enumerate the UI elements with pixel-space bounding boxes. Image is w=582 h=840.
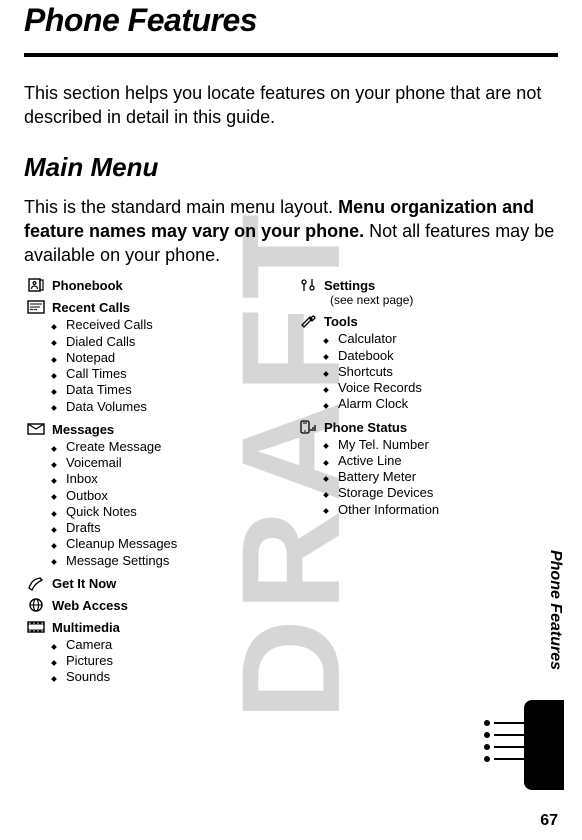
intro-paragraph: This section helps you locate features o… xyxy=(24,81,558,130)
list-item: Shortcuts xyxy=(324,364,558,380)
side-tab-marker xyxy=(524,700,564,790)
main-menu-heading: Main Menu xyxy=(24,152,558,183)
section-label: Tools xyxy=(324,313,358,329)
side-tab: Phone Features xyxy=(520,570,564,790)
list-item: Sounds xyxy=(52,669,286,685)
messages-icon xyxy=(26,421,46,437)
section-label: Recent Calls xyxy=(52,299,130,315)
section-label: Phone Status xyxy=(324,419,407,435)
section-phone-status: Phone Status My Tel. Number Active Line … xyxy=(296,419,558,518)
list-item: Outbox xyxy=(52,488,286,504)
section-label: Messages xyxy=(52,421,114,437)
list-item: Dialed Calls xyxy=(52,334,286,350)
list-item: Drafts xyxy=(52,520,286,536)
section-tools: Tools Calculator Datebook Shortcuts Voic… xyxy=(296,313,558,412)
list-item: My Tel. Number xyxy=(324,437,558,453)
menu-description: This is the standard main menu layout. M… xyxy=(24,195,558,268)
list-item: Alarm Clock xyxy=(324,396,558,412)
phone-status-icon xyxy=(298,419,318,435)
section-web-access: Web Access xyxy=(24,597,286,613)
list-item: Data Times xyxy=(52,382,286,398)
section-settings: Settings (see next page) xyxy=(296,277,558,307)
list-item: Storage Devices xyxy=(324,485,558,501)
list-item: Data Volumes xyxy=(52,399,286,415)
list-item: Quick Notes xyxy=(52,504,286,520)
list-item: Other Information xyxy=(324,502,558,518)
list-item: Voicemail xyxy=(52,455,286,471)
menu-column-right: Settings (see next page) Tools Calculato… xyxy=(296,277,558,691)
list-item: Inbox xyxy=(52,471,286,487)
web-access-icon xyxy=(26,597,46,613)
multimedia-icon xyxy=(26,619,46,635)
menu-desc-part1: This is the standard main menu layout. xyxy=(24,197,338,217)
section-get-it-now: Get It Now xyxy=(24,575,286,591)
section-label: Get It Now xyxy=(52,575,116,591)
list-item: Call Times xyxy=(52,366,286,382)
get-it-now-icon xyxy=(26,575,46,591)
list-item: Active Line xyxy=(324,453,558,469)
list-item: Calculator xyxy=(324,331,558,347)
section-label: Settings (see next page) xyxy=(324,277,413,307)
list-item: Battery Meter xyxy=(324,469,558,485)
section-phonebook: Phonebook xyxy=(24,277,286,293)
page-number: 67 xyxy=(540,812,558,830)
side-tab-dots xyxy=(484,720,524,762)
list-item: Notepad xyxy=(52,350,286,366)
section-label: Multimedia xyxy=(52,619,120,635)
page-title: Phone Features xyxy=(24,2,558,39)
section-label: Phonebook xyxy=(52,277,123,293)
settings-icon xyxy=(298,277,318,293)
list-item: Camera xyxy=(52,637,286,653)
list-item: Received Calls xyxy=(52,317,286,333)
menu-column-left: Phonebook Recent Calls Received Calls Di… xyxy=(24,277,286,691)
list-item: Message Settings xyxy=(52,553,286,569)
section-label: Web Access xyxy=(52,597,128,613)
phonebook-icon xyxy=(26,277,46,293)
section-multimedia: Multimedia Camera Pictures Sounds xyxy=(24,619,286,686)
list-item: Pictures xyxy=(52,653,286,669)
list-item: Cleanup Messages xyxy=(52,536,286,552)
section-recent-calls: Recent Calls Received Calls Dialed Calls… xyxy=(24,299,286,415)
title-rule xyxy=(24,53,558,57)
section-messages: Messages Create Message Voicemail Inbox … xyxy=(24,421,286,569)
settings-subnote: (see next page) xyxy=(330,293,413,307)
recent-calls-icon xyxy=(26,299,46,315)
list-item: Create Message xyxy=(52,439,286,455)
side-tab-label: Phone Features xyxy=(546,550,564,670)
list-item: Datebook xyxy=(324,348,558,364)
tools-icon xyxy=(298,313,318,329)
list-item: Voice Records xyxy=(324,380,558,396)
